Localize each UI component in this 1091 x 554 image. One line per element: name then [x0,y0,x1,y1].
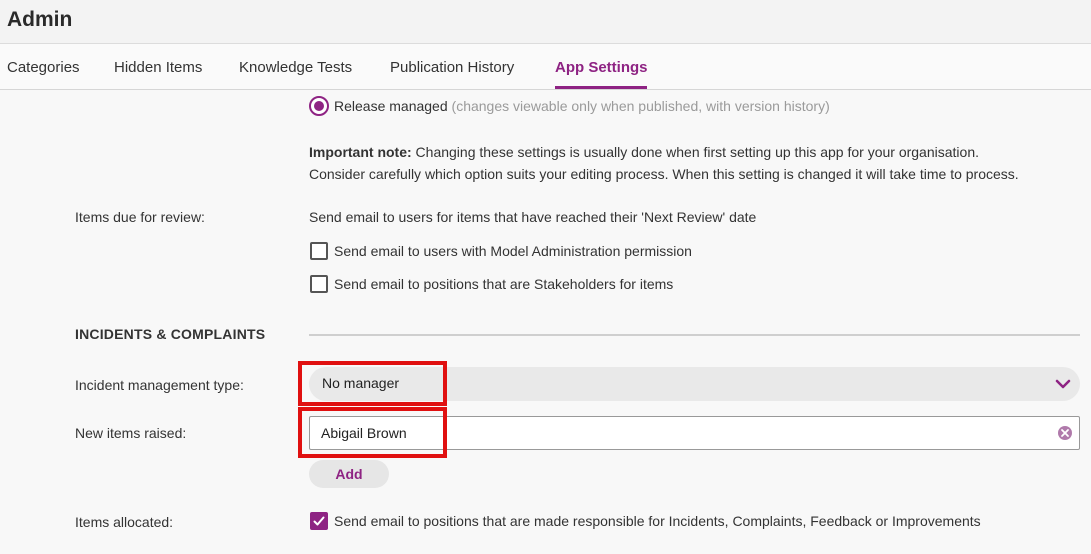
review-label: Items due for review: [75,209,205,225]
release-managed-label: Release managed [334,98,448,114]
important-note-text1: Changing these settings is usually done … [415,144,979,160]
page-header: Admin [0,0,1091,44]
stakeholders-checkbox[interactable] [310,275,328,293]
stakeholders-checkbox-label: Send email to positions that are Stakeho… [334,276,674,292]
tab-bar: Categories Hidden Items Knowledge Tests … [0,44,1091,90]
model-admin-checkbox-label: Send email to users with Model Administr… [334,243,692,259]
model-admin-checkbox[interactable] [310,242,328,260]
tab-categories[interactable]: Categories [7,59,80,76]
allocated-checkbox-label: Send email to positions that are made re… [334,513,981,529]
clear-icon[interactable] [1057,425,1073,446]
highlight-box-new-items [298,407,447,458]
page-title: Admin [7,8,73,31]
active-tab-indicator [555,86,647,89]
tab-hidden-items[interactable]: Hidden Items [114,59,202,76]
review-description: Send email to users for items that have … [309,209,757,225]
release-managed-radio[interactable] [309,96,329,116]
allocated-label: Items allocated: [75,514,174,530]
release-managed-option: Release managed (changes viewable only w… [334,98,830,114]
checkmark-icon [313,516,325,526]
add-recipient-button[interactable]: Add [309,460,389,488]
allocated-checkbox[interactable] [310,512,328,530]
incidents-section-title: INCIDENTS & COMPLAINTS [75,326,266,342]
new-items-label: New items raised: [75,425,187,441]
section-divider [309,334,1080,336]
important-note-heading: Important note: [309,144,412,160]
tab-app-settings[interactable]: App Settings [555,59,648,76]
important-note-line1: Important note: Changing these settings … [309,144,979,160]
chevron-down-icon[interactable] [1054,375,1072,398]
management-type-label: Incident management type: [75,377,244,393]
highlight-box-management-type [298,361,447,406]
tab-publication-history[interactable]: Publication History [390,59,514,76]
important-note-text2: Consider carefully which option suits yo… [309,166,1019,182]
release-managed-hint: (changes viewable only when published, w… [451,98,830,114]
tab-knowledge-tests[interactable]: Knowledge Tests [239,59,352,76]
radio-selected-dot [314,101,324,111]
